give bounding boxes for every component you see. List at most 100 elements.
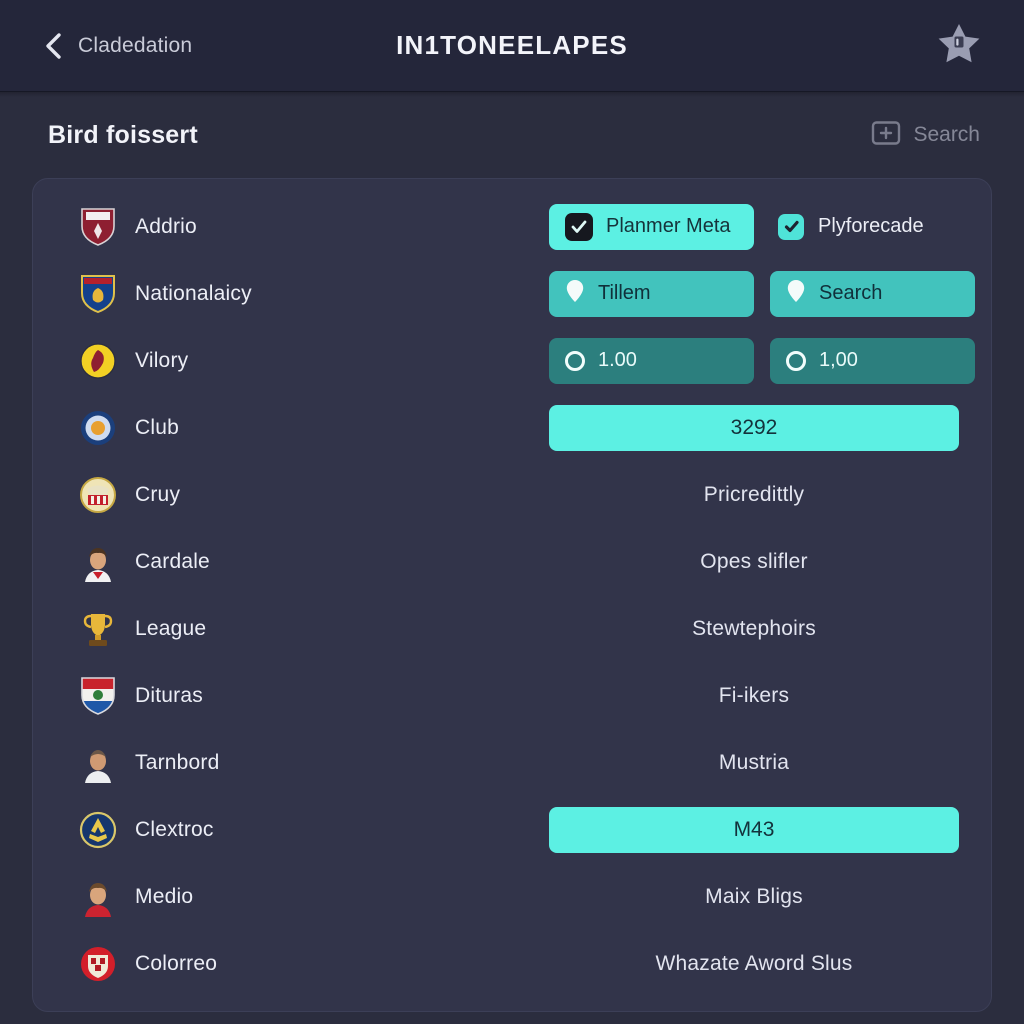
row-controls: 1.00 1,00 (549, 337, 975, 384)
row-option-button[interactable]: 1.00 (549, 337, 754, 384)
table-row[interactable]: Tarnbord Mustria (33, 729, 991, 796)
row-entity: Dituras (79, 676, 549, 716)
row-label: Medio (135, 884, 194, 908)
row-label: Addrio (135, 214, 197, 238)
row-controls: Planmer Meta Plyforecade (549, 203, 959, 250)
radio-unchecked-icon (565, 350, 585, 371)
checkbox-cyan-icon (778, 213, 804, 240)
row-primary-button[interactable]: M43 (549, 806, 959, 853)
row-value: Mustria (718, 750, 790, 774)
row-entity: Nationalaicy (79, 274, 549, 314)
location-pin-icon (565, 279, 585, 309)
radio-unchecked-icon (786, 350, 806, 371)
row-entity: Tarnbord (79, 743, 549, 783)
row-controls: Opes slifler (549, 550, 959, 574)
row-entity: Clextroc (79, 810, 549, 850)
back-button[interactable]: Cladedation (42, 31, 192, 61)
row-label: Vilory (135, 348, 189, 372)
favorite-button[interactable] (932, 19, 986, 73)
table-row[interactable]: Vilory 1.00 1,00 (33, 327, 991, 394)
player-photo-white-kit-icon (79, 542, 117, 582)
row-option-label: Planmer Meta (606, 215, 731, 237)
crest-yellow-circle-icon (79, 341, 117, 381)
crest-gold-circle-icon (79, 475, 117, 515)
app-header: Cladedation IN1TONEELAPES (0, 0, 1024, 97)
row-entity: Addrio (79, 207, 549, 247)
row-controls: Fi-ikers (549, 684, 959, 708)
row-primary-button[interactable]: 3292 (549, 404, 959, 451)
search-button[interactable]: Search (871, 119, 980, 152)
row-controls: Pricredittly (549, 483, 959, 507)
trophy-gold-icon (79, 609, 117, 649)
row-entity: Cruy (79, 475, 549, 515)
table-row[interactable]: Colorreo Whazate Aword Slus (33, 930, 991, 997)
row-entity: League (79, 609, 549, 649)
row-option-button[interactable]: Search (770, 270, 975, 317)
row-option-label: 1.00 (598, 349, 637, 371)
row-controls: Tillem Search (549, 270, 975, 317)
table-row[interactable]: League Stewtephoirs (33, 595, 991, 662)
crest-red-white-blue-shield-icon (79, 676, 117, 716)
back-label: Cladedation (78, 33, 193, 57)
row-controls: Whazate Aword Slus (549, 952, 959, 976)
row-entity: Vilory (79, 341, 549, 381)
row-entity: Cardale (79, 542, 549, 582)
player-photo-red-kit-icon (79, 877, 117, 917)
toggle-plyforecade[interactable]: Plyforecade (770, 213, 924, 240)
row-value: Maix Bligs (705, 884, 803, 908)
search-label: Search (913, 123, 980, 146)
crest-blue-circle-icon (79, 408, 117, 448)
section-title: Bird foissert (48, 120, 198, 149)
row-label: Nationalaicy (135, 281, 252, 305)
table-row[interactable]: Club 3292 (33, 394, 991, 461)
crest-blue-gold-shield-icon (79, 274, 117, 314)
checkbox-checked-icon (565, 212, 593, 241)
player-photo-bald-icon (79, 743, 117, 783)
location-pin-icon (786, 279, 806, 309)
star-badge-icon (936, 21, 982, 70)
row-value: Pricredittly (703, 482, 805, 506)
crest-navy-gold-circle-icon (79, 810, 117, 850)
row-option-button[interactable]: Tillem (549, 270, 754, 317)
crest-red-circle-icon (79, 944, 117, 984)
row-controls: M43 (549, 806, 959, 853)
table-row[interactable]: Dituras Fi-ikers (33, 662, 991, 729)
row-value: Fi-ikers (718, 683, 790, 707)
row-controls: Stewtephoirs (549, 617, 959, 641)
row-entity: Club (79, 408, 549, 448)
row-label: Club (135, 415, 179, 439)
chevron-left-icon (42, 31, 64, 61)
table-row[interactable]: Nationalaicy Tillem Search (33, 260, 991, 327)
row-label: Cardale (135, 549, 210, 573)
table-row[interactable]: Clextroc M43 (33, 796, 991, 863)
row-label: League (135, 616, 207, 640)
row-controls: 3292 (549, 404, 959, 451)
table-row[interactable]: Cardale Opes slifler (33, 528, 991, 595)
list-panel: Addrio Planmer Meta Plyforecade Nationalaic… (32, 178, 992, 1012)
row-value: Stewtephoirs (692, 616, 816, 640)
row-value: Opes slifler (700, 549, 808, 573)
row-controls: Mustria (549, 751, 959, 775)
add-box-icon (871, 119, 901, 152)
table-row[interactable]: Medio Maix Bligs (33, 863, 991, 930)
row-entity: Medio (79, 877, 549, 917)
row-primary-label: 3292 (730, 415, 778, 439)
table-row[interactable]: Addrio Planmer Meta Plyforecade (33, 193, 991, 260)
crest-dark-red-shield-icon (79, 207, 117, 247)
row-option-label: Search (819, 282, 883, 304)
row-label: Cruy (135, 482, 181, 506)
row-label: Dituras (135, 683, 203, 707)
row-option-button[interactable]: 1,00 (770, 337, 975, 384)
section-header: Bird foissert Search (0, 92, 1024, 178)
row-label: Colorreo (135, 951, 218, 975)
table-row[interactable]: Cruy Pricredittly (33, 461, 991, 528)
row-label: Clextroc (135, 817, 214, 841)
row-value: Whazate Aword Slus (655, 951, 853, 975)
row-list: Addrio Planmer Meta Plyforecade Nationalaic… (33, 179, 991, 1011)
row-option-label: 1,00 (819, 349, 858, 371)
row-option-button[interactable]: Planmer Meta (549, 203, 754, 250)
toggle-label: Plyforecade (818, 215, 924, 237)
row-entity: Colorreo (79, 944, 549, 984)
row-option-label: Tillem (598, 282, 651, 304)
row-primary-label: M43 (733, 817, 775, 841)
